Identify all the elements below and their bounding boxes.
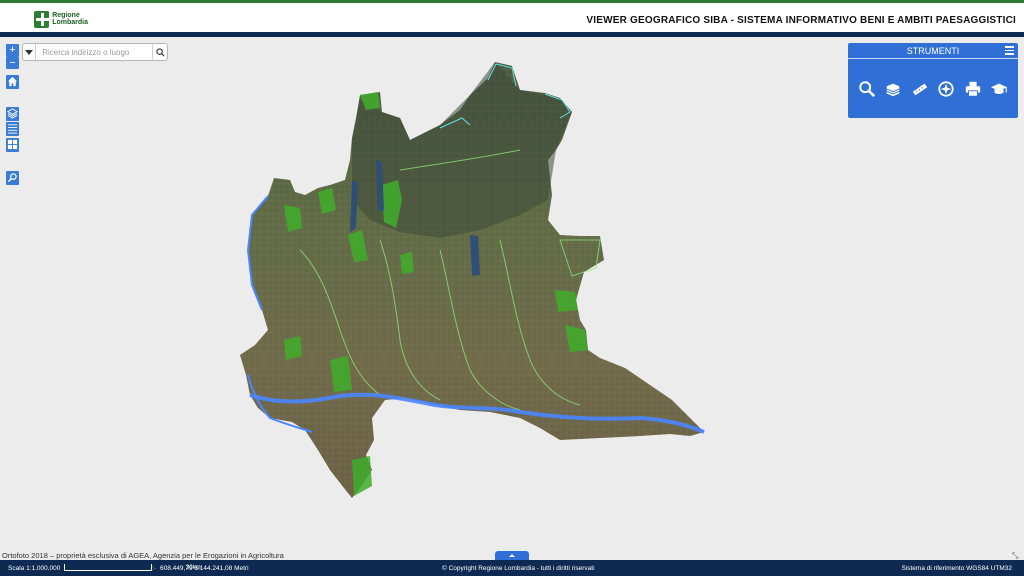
tool-help-button[interactable] bbox=[989, 79, 1009, 99]
tool-search-button[interactable] bbox=[857, 79, 877, 99]
crs-readout[interactable]: Sistema di riferimento WGS84 UTM32 bbox=[901, 565, 1012, 572]
search-input[interactable] bbox=[36, 45, 153, 59]
legend-button[interactable] bbox=[6, 122, 19, 136]
zoom-search-icon bbox=[7, 173, 17, 183]
regione-lombardia-logo[interactable]: Regione Lombardia bbox=[34, 9, 88, 29]
logo-text: Regione Lombardia bbox=[52, 12, 88, 26]
zoom-in-button[interactable]: + bbox=[6, 44, 19, 57]
caret-down-icon bbox=[25, 49, 34, 55]
scale-bar: 30km bbox=[64, 564, 201, 571]
expand-panel-button[interactable] bbox=[495, 551, 529, 560]
search-button[interactable] bbox=[152, 44, 167, 60]
home-button[interactable] bbox=[6, 75, 19, 89]
app-title: VIEWER GEOGRAFICO SIBA - SISTEMA INFORMA… bbox=[586, 15, 1016, 26]
tool-measure-button[interactable] bbox=[910, 79, 930, 99]
layers-button[interactable] bbox=[6, 107, 19, 121]
tools-title: STRUMENTI bbox=[906, 45, 960, 56]
search-icon bbox=[155, 47, 165, 57]
hamburger-menu-icon[interactable] bbox=[1005, 46, 1014, 55]
chevron-up-icon bbox=[509, 554, 515, 557]
coordinates-readout: 608.449,79 5.144.241,08 Metri bbox=[160, 565, 249, 572]
zoom-out-button[interactable]: − bbox=[6, 57, 19, 69]
basemap-button[interactable] bbox=[6, 138, 19, 152]
status-footer: Scala 1:1.000.000 30km ·:· 608.449,79 5.… bbox=[0, 560, 1024, 576]
tool-compass-button[interactable] bbox=[936, 79, 956, 99]
identify-button[interactable] bbox=[6, 171, 19, 185]
grid-icon bbox=[7, 139, 18, 150]
search-icon bbox=[859, 81, 876, 98]
compass-icon bbox=[938, 81, 954, 97]
tools-panel: STRUMENTI bbox=[848, 43, 1018, 118]
layers-stack-icon bbox=[886, 83, 900, 97]
map-attribution: Ortofoto 2018 – proprietà esclusiva di A… bbox=[2, 551, 284, 560]
copyright-text: © Copyright Regione Lombardia - tutti i … bbox=[442, 565, 595, 572]
tools-row bbox=[848, 59, 1018, 99]
search-box bbox=[22, 43, 168, 61]
measure-icon bbox=[912, 83, 927, 96]
logo-cross-icon bbox=[34, 10, 50, 28]
tools-header: STRUMENTI bbox=[848, 43, 1018, 59]
graduation-cap-icon bbox=[990, 83, 1008, 94]
tool-layers-button[interactable] bbox=[883, 79, 903, 99]
home-icon bbox=[7, 76, 18, 87]
crosshair-icon: ·:· bbox=[150, 565, 157, 572]
scale-readout: Scala 1:1.000.000 bbox=[8, 565, 61, 572]
print-icon bbox=[965, 81, 980, 97]
layers-icon bbox=[7, 108, 18, 119]
search-mode-dropdown[interactable] bbox=[23, 44, 37, 60]
app-header: Regione Lombardia VIEWER GEOGRAFICO SIBA… bbox=[0, 3, 1024, 32]
tool-print-button[interactable] bbox=[963, 79, 983, 99]
list-icon bbox=[7, 124, 18, 134]
